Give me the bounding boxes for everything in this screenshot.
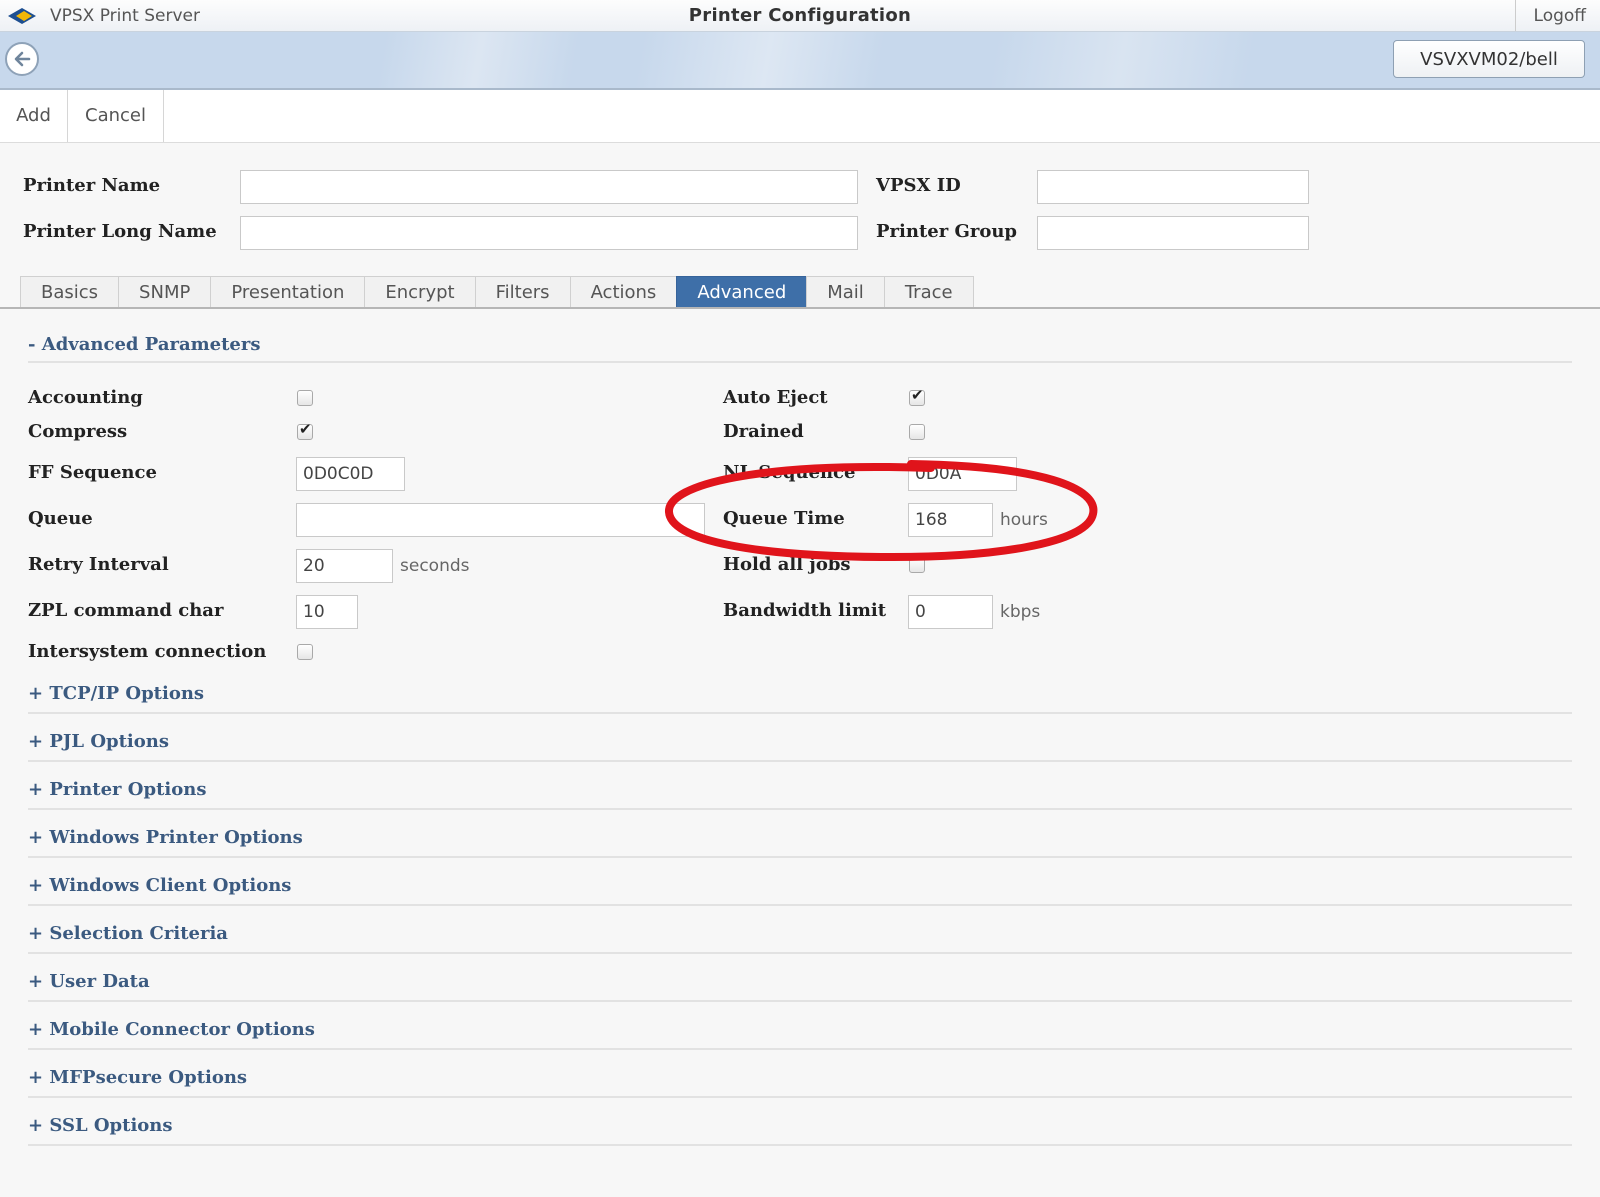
pjl-options-toggle[interactable]: + PJL Options — [28, 731, 169, 752]
bandwidth-limit-unit: kbps — [1000, 602, 1041, 622]
section-divider — [28, 952, 1572, 954]
advanced-parameters-toggle[interactable]: - Advanced Parameters — [28, 334, 261, 355]
compress-checkbox[interactable]: ✔ — [297, 420, 313, 440]
back-button[interactable] — [5, 42, 39, 76]
tab-filters[interactable]: Filters — [474, 276, 571, 308]
section-divider — [28, 1096, 1572, 1098]
retry-interval-input[interactable] — [296, 549, 393, 583]
auto-eject-checkbox[interactable]: ✔ — [909, 386, 925, 406]
back-arrow-icon — [14, 51, 31, 67]
tab-basics[interactable]: Basics — [20, 276, 120, 308]
add-button[interactable]: Add — [0, 90, 68, 142]
tab-snmp[interactable]: SNMP — [118, 276, 212, 308]
accounting-checkbox[interactable] — [297, 390, 313, 406]
tab-trace[interactable]: Trace — [883, 276, 974, 308]
logoff-link[interactable]: Logoff — [1534, 6, 1586, 26]
title-bar: VPSX Print Server Printer Configuration … — [0, 0, 1600, 32]
tab-mail[interactable]: Mail — [806, 276, 885, 308]
user-data-toggle[interactable]: + User Data — [28, 971, 150, 992]
mobile-connector-options-toggle[interactable]: + Mobile Connector Options — [28, 1019, 315, 1040]
app-name: VPSX Print Server — [50, 6, 200, 26]
section-divider — [28, 361, 1572, 363]
section-divider — [28, 808, 1572, 810]
section-divider — [28, 760, 1572, 762]
tab-presentation[interactable]: Presentation — [210, 276, 366, 308]
section-divider — [28, 712, 1572, 714]
title-divider — [1515, 0, 1516, 31]
nav-bar: VSVXVM02/bell — [0, 32, 1600, 90]
bandwidth-limit-input[interactable] — [908, 595, 993, 629]
selection-criteria-toggle[interactable]: + Selection Criteria — [28, 923, 228, 944]
compress-label: Compress — [28, 421, 128, 442]
section-divider — [28, 904, 1572, 906]
tab-advanced[interactable]: Advanced — [676, 276, 808, 308]
printer-options-toggle[interactable]: + Printer Options — [28, 779, 206, 800]
toolbar: Add Cancel — [0, 90, 1600, 143]
intersystem-connection-checkbox[interactable] — [297, 644, 313, 660]
red-highlight-circle — [665, 460, 1098, 562]
section-divider — [28, 1048, 1572, 1050]
tab-encrypt[interactable]: Encrypt — [364, 276, 476, 308]
printer-group-input[interactable] — [1037, 216, 1309, 250]
printer-name-input[interactable] — [240, 170, 858, 204]
zpl-command-char-label: ZPL command char — [28, 600, 224, 621]
vpsx-logo-icon — [8, 8, 36, 24]
queue-label: Queue — [28, 508, 93, 529]
zpl-command-char-input[interactable] — [296, 595, 358, 629]
windows-client-options-toggle[interactable]: + Windows Client Options — [28, 875, 291, 896]
ff-sequence-label: FF Sequence — [28, 462, 157, 483]
drained-label: Drained — [723, 421, 804, 442]
printer-group-label: Printer Group — [876, 221, 1017, 242]
printer-long-name-input[interactable] — [240, 216, 858, 250]
intersystem-connection-label: Intersystem connection — [28, 641, 267, 662]
bandwidth-limit-label: Bandwidth limit — [723, 600, 887, 621]
accounting-label: Accounting — [28, 387, 143, 408]
retry-interval-unit: seconds — [400, 556, 470, 576]
retry-interval-label: Retry Interval — [28, 554, 169, 575]
cancel-button[interactable]: Cancel — [68, 90, 164, 142]
queue-input[interactable] — [296, 503, 705, 537]
mfpsecure-options-toggle[interactable]: + MFPsecure Options — [28, 1067, 247, 1088]
auto-eject-label: Auto Eject — [723, 387, 828, 408]
ff-sequence-input[interactable] — [296, 457, 405, 491]
section-divider — [28, 1000, 1572, 1002]
windows-printer-options-toggle[interactable]: + Windows Printer Options — [28, 827, 303, 848]
ssl-options-toggle[interactable]: + SSL Options — [28, 1115, 173, 1136]
section-divider — [28, 856, 1572, 858]
tab-underline — [0, 307, 1600, 309]
tcpip-options-toggle[interactable]: + TCP/IP Options — [28, 683, 204, 704]
tab-actions[interactable]: Actions — [569, 276, 678, 308]
page-title: Printer Configuration — [688, 5, 912, 26]
checkmark-icon: ✔ — [299, 420, 312, 438]
checkmark-icon: ✔ — [911, 386, 924, 404]
printer-name-label: Printer Name — [23, 175, 161, 196]
vpsx-id-label: VPSX ID — [876, 175, 961, 196]
drained-checkbox[interactable] — [909, 424, 925, 440]
printer-long-name-label: Printer Long Name — [23, 221, 217, 242]
vpsx-id-input[interactable] — [1037, 170, 1309, 204]
section-divider — [28, 1144, 1572, 1146]
user-button[interactable]: VSVXVM02/bell — [1393, 40, 1585, 78]
tab-bar: Basics SNMP Presentation Encrypt Filters… — [20, 276, 974, 308]
